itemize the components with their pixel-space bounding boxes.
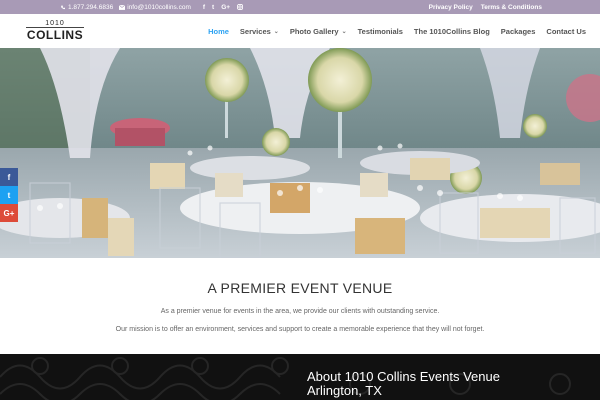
chevron-down-icon: ⌄: [273, 28, 279, 35]
twitter-icon: t: [7, 190, 11, 200]
email-link[interactable]: info@1010collins.com: [119, 4, 191, 11]
phone-number: 1.877.294.6836: [68, 3, 114, 11]
intro-paragraph: As a premier venue for events in the are…: [160, 308, 440, 315]
share-google-plus-button[interactable]: G+: [0, 204, 18, 222]
secondary-links: Privacy Policy Terms & Conditions: [429, 0, 542, 14]
main-nav: Home Services ⌄ Photo Gallery ⌄ Testimonia…: [208, 14, 586, 48]
phone-link[interactable]: 1.877.294.6836: [60, 4, 113, 11]
nav-item-photo-gallery[interactable]: Photo Gallery ⌄: [290, 27, 347, 36]
terms-link[interactable]: Terms & Conditions: [481, 4, 542, 11]
google-plus-icon[interactable]: G+: [221, 4, 230, 11]
social-share-bar: f t G+: [0, 168, 18, 222]
nav-item-blog[interactable]: The 1010Collins Blog: [414, 27, 490, 36]
share-facebook-button[interactable]: f: [0, 168, 18, 186]
social-links: f t G+: [203, 4, 244, 11]
envelope-icon: [119, 4, 126, 10]
contact-info: 1.877.294.6836 info@1010collins.com f t …: [60, 0, 244, 14]
intro-section: A PREMIER EVENT VENUE As a premier venue…: [0, 258, 600, 354]
section-title: A PREMIER EVENT VENUE: [207, 280, 393, 296]
logo-name: COLLINS: [26, 27, 84, 42]
email-address: info@1010collins.com: [127, 3, 191, 11]
instagram-icon[interactable]: [237, 4, 244, 10]
nav-item-home[interactable]: Home: [208, 27, 229, 36]
banquet-hall-photo: [0, 48, 600, 258]
mission-paragraph: Our mission is to offer an environment, …: [115, 326, 485, 333]
nav-item-contact-us[interactable]: Contact Us: [546, 27, 586, 36]
nav-item-services[interactable]: Services ⌄: [240, 27, 279, 36]
google-plus-icon: G+: [3, 208, 15, 218]
top-bar: 1.877.294.6836 info@1010collins.com f t …: [0, 0, 600, 14]
nav-item-testimonials[interactable]: Testimonials: [358, 27, 403, 36]
hero-image: [0, 48, 600, 258]
facebook-icon: f: [7, 172, 11, 182]
share-twitter-button[interactable]: t: [0, 186, 18, 204]
site-logo[interactable]: 1010 COLLINS: [26, 20, 84, 41]
nav-item-packages[interactable]: Packages: [501, 27, 536, 36]
twitter-icon[interactable]: t: [212, 4, 214, 11]
damask-pattern: [0, 357, 571, 400]
logo-number: 1010: [45, 20, 65, 27]
privacy-policy-link[interactable]: Privacy Policy: [429, 4, 473, 11]
site-header: 1010 COLLINS Home Services ⌄ Photo Galler…: [0, 14, 600, 48]
chevron-down-icon: ⌄: [341, 28, 347, 35]
about-section: About 1010 Collins Events Venue Arlington…: [0, 354, 600, 400]
phone-icon: [61, 5, 65, 9]
facebook-icon[interactable]: f: [203, 4, 205, 11]
about-heading: About 1010 Collins Events Venue Arlington…: [307, 369, 500, 398]
